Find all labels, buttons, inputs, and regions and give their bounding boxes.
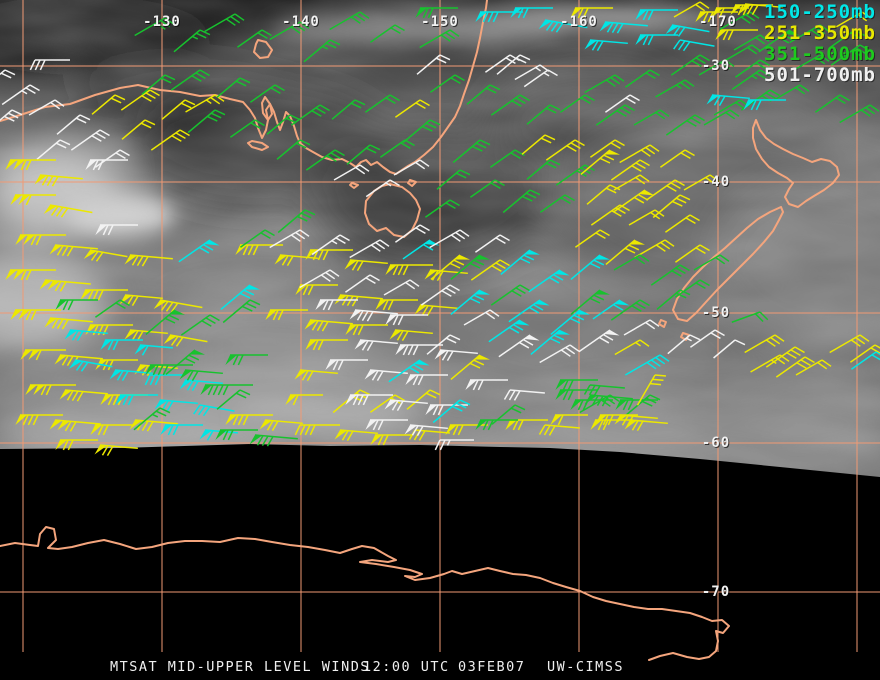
- legend-item-351-500: 351-500mb: [764, 43, 876, 65]
- legend-item-150-250: 150-250mb: [764, 1, 876, 23]
- caption-title: MTSAT MID-UPPER LEVEL WINDS: [110, 659, 370, 675]
- latitude-label: -30: [701, 58, 731, 74]
- caption-credit: UW-CIMSS: [547, 659, 625, 675]
- longitude-label: -130: [143, 14, 181, 30]
- satellite-wind-display: 150-250mb 251-350mb 351-500mb 501-700mb …: [0, 0, 880, 680]
- latitude-label: -60: [701, 435, 731, 451]
- legend-item-251-350: 251-350mb: [764, 22, 876, 44]
- longitude-label: -160: [560, 14, 598, 30]
- legend-item-501-700: 501-700mb: [764, 64, 876, 86]
- longitude-label: -140: [282, 14, 320, 30]
- pressure-level-legend: 150-250mb 251-350mb 351-500mb 501-700mb: [764, 2, 876, 86]
- longitude-label: -170: [699, 14, 737, 30]
- satellite-map: [0, 0, 880, 680]
- longitude-label: -150: [421, 14, 459, 30]
- caption-time: 12:00 UTC: [363, 659, 450, 675]
- latitude-label: -40: [701, 174, 731, 190]
- latitude-label: -50: [701, 305, 731, 321]
- latitude-label: -70: [701, 584, 731, 600]
- caption-date: 03FEB07: [458, 659, 526, 675]
